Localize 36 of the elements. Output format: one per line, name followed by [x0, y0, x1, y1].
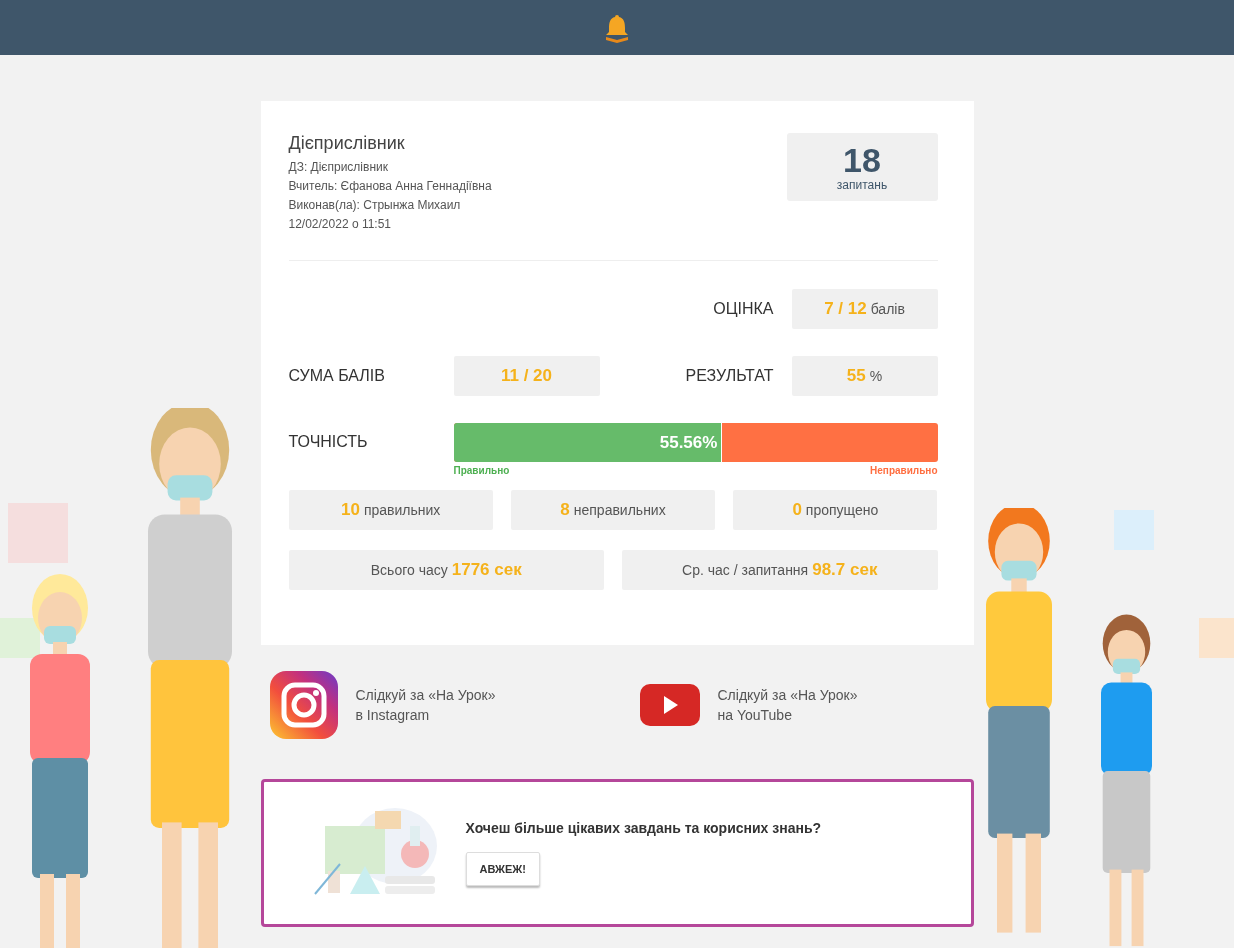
- time-value: 98.7 сек: [812, 560, 878, 580]
- grade-label: ОЦІНКА: [713, 300, 775, 318]
- info-line: ДЗ: Дієприслівник: [288, 160, 389, 175]
- count-label: правильних: [363, 502, 441, 518]
- result-label: РЕЗУЛЬТАТ: [685, 367, 775, 385]
- grade-value: 7 / 12: [824, 299, 867, 319]
- promo-button[interactable]: АВЖЕЖ!: [465, 852, 540, 886]
- grade-unit: балів: [870, 301, 905, 317]
- result-value: 55: [846, 366, 866, 386]
- count-value: 8: [560, 500, 570, 520]
- questions-label: запитань: [836, 178, 888, 192]
- score-value: 11 / 20: [500, 366, 553, 386]
- score-label: СУМА БАЛІВ: [288, 367, 385, 385]
- accuracy-label: ТОЧНІСТЬ: [288, 432, 368, 451]
- time-label: Всього часу: [370, 562, 448, 578]
- info-line: Вчитель: Єфанова Анна Геннадіївна: [288, 179, 492, 194]
- count-label: пропущено: [805, 502, 879, 518]
- correct-legend: Правильно: [453, 465, 510, 476]
- follow-link[interactable]: Слідкуй за «На Урок» на YouTube: [717, 685, 858, 725]
- count-label: неправильних: [573, 502, 666, 518]
- camera-icon[interactable]: [269, 671, 338, 739]
- count-value: 0: [792, 500, 802, 520]
- accuracy-reading: 55.56%: [659, 432, 719, 453]
- time-value: 1776 сек: [451, 560, 522, 580]
- play-icon[interactable]: [639, 684, 700, 726]
- count-value: 10: [341, 500, 360, 520]
- test-title: Дієприслівник: [288, 133, 406, 154]
- bell-icon: [604, 12, 630, 43]
- info-line: Виконав(ла): Стрынжа Михаил: [288, 198, 462, 213]
- time-label: Ср. час / запитання: [682, 562, 809, 578]
- result-unit: %: [869, 368, 883, 384]
- wrong-legend: Неправильно: [870, 465, 938, 476]
- info-line: 12/02/2022 о 11:51: [288, 217, 393, 232]
- promo-text: Хочеш більше цікавих завдань та корисних знань?: [465, 820, 822, 836]
- follow-link[interactable]: Слідкуй за «На Урок» в Instagram: [355, 685, 496, 725]
- questions-count: 18: [843, 142, 881, 178]
